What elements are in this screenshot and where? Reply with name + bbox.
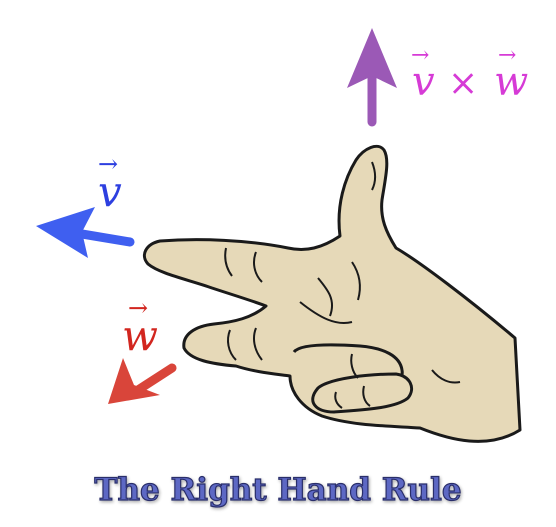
cross-product-arrow-icon <box>347 28 397 127</box>
v-vector-label: v → <box>98 150 122 216</box>
vector-arrow-accent-icon: → <box>411 43 429 68</box>
right-hand-rule-diagram: v → × w → v → w → The Right Hand Rule <box>36 28 528 509</box>
diagram-title: The Right Hand Rule <box>94 472 461 508</box>
vector-arrow-accent-icon: → <box>128 294 148 322</box>
w-vector-arrow-icon <box>108 358 177 404</box>
cross-product-label: v → × w → <box>411 43 528 105</box>
cross-operator-label: × <box>448 63 478 104</box>
w-vector-label: w → <box>122 294 158 360</box>
vector-arrow-accent-icon: → <box>498 43 516 68</box>
hand-icon <box>143 144 522 443</box>
vector-arrow-accent-icon: → <box>98 150 118 178</box>
